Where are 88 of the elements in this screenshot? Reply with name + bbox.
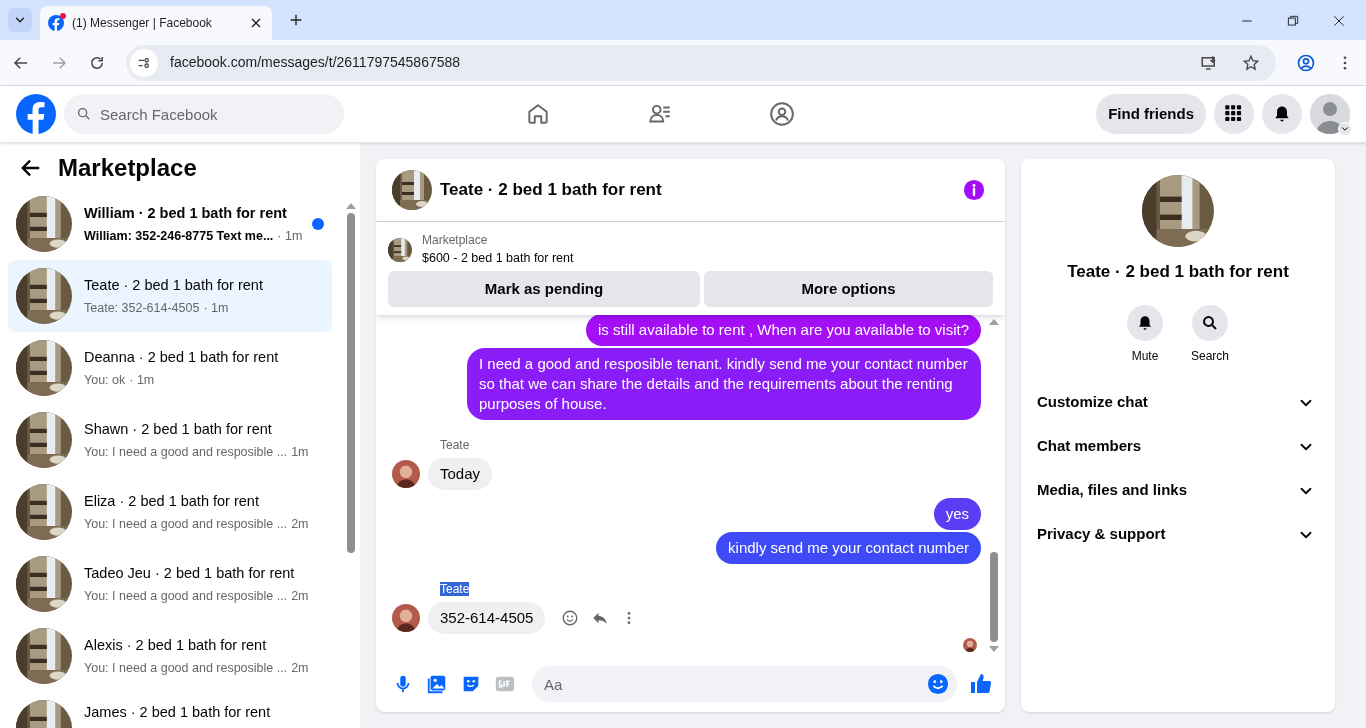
like-icon[interactable]: [969, 672, 993, 696]
conversation-name: Deanna · 2 bed 1 bath for rent: [84, 347, 280, 367]
tab-list-button[interactable]: [8, 8, 32, 32]
grid-icon: [1224, 104, 1244, 124]
conversation-item[interactable]: Eliza · 2 bed 1 bath for rent You: I need a good and resposible ... 2m: [8, 476, 332, 548]
chat-title: Teate · 2 bed 1 bath for rent: [440, 179, 663, 202]
restore-icon[interactable]: [1286, 14, 1300, 28]
avatar: [392, 460, 420, 488]
find-friends-button[interactable]: Find friends: [1096, 94, 1206, 134]
message-time: · 1m: [277, 227, 303, 245]
conversation-name: James · 2 bed 1 bath for rent: [84, 703, 272, 722]
conversation-name: Tadeo Jeu · 2 bed 1 bath for rent: [84, 563, 296, 583]
message-bubble: Today: [428, 458, 493, 490]
search-icon: [1201, 313, 1219, 332]
message-preview: Teate: 352-614-4505: [84, 299, 200, 317]
sidebar-title: Marketplace: [58, 152, 197, 183]
message-preview: William: 352-246-8775 Text me...: [84, 227, 274, 245]
conversation-name: Alexis · 2 bed 1 bath for rent: [84, 635, 268, 655]
message-preview: You: I need a good and resposible ...: [84, 443, 288, 461]
message-preview: You: I need a good and resposible ...: [84, 515, 288, 533]
sender-name: Teate: [440, 582, 470, 596]
action-label: Mute: [1131, 347, 1159, 365]
tab-title: (1) Messenger | Facebook: [72, 15, 213, 32]
action-button[interactable]: More options: [704, 271, 993, 307]
action-label: Search: [1191, 347, 1229, 365]
message-bubble: I need a good and resposible tenant. kindly send me your contact number so that we can share the details and the requirements about the renting purposes of house.: [467, 348, 981, 420]
search-field[interactable]: Search Facebook: [64, 94, 344, 134]
emoji-icon[interactable]: [561, 609, 580, 627]
sender-name: Teate: [440, 438, 470, 452]
listing-label: Marketplace: [422, 232, 489, 248]
notifications-button[interactable]: [1262, 94, 1302, 134]
conversation-item[interactable]: Alexis · 2 bed 1 bath for rent You: I need a good and resposible ... 2m: [8, 620, 332, 692]
photo-icon[interactable]: [426, 673, 448, 695]
icon-button[interactable]: [1192, 304, 1228, 341]
conversation-name: Shawn · 2 bed 1 bath for rent: [84, 419, 273, 439]
message-time: 2m: [291, 659, 309, 677]
message-time: · 1m: [129, 371, 155, 389]
caret-icon: [1340, 124, 1350, 134]
facebook-icon: [48, 15, 64, 31]
conversation-item[interactable]: Teate · 2 bed 1 bath for rent Teate: 352-614-4505 · 1m: [8, 260, 332, 332]
browser-tab[interactable]: (1) Messenger | Facebook: [40, 6, 272, 40]
facebook-logo[interactable]: [16, 94, 56, 134]
contact-title: Teate · 2 bed 1 bath for rent: [1067, 261, 1289, 283]
message-bubble: yes: [933, 498, 981, 530]
listing-title: $600 - 2 bed 1 bath for rent: [422, 250, 574, 267]
icon-button[interactable]: [1127, 304, 1163, 341]
section-row[interactable]: Media, files and links: [1029, 468, 1327, 513]
emoji-icon[interactable]: [927, 673, 949, 695]
scrollbar[interactable]: [988, 319, 1000, 652]
close-icon[interactable]: [1332, 14, 1346, 28]
message-bubble: 352-614-4505: [428, 602, 546, 634]
conversation-item[interactable]: Tadeo Jeu · 2 bed 1 bath for rent You: I need a good and resposible ... 2m: [8, 548, 332, 620]
conversation-item[interactable]: William · 2 bed 1 bath for rent William: 352-246-8775 Text me... · 1m: [8, 188, 332, 260]
section-row[interactable]: Chat members: [1029, 424, 1327, 469]
message-time: 1m: [291, 443, 309, 461]
conversation-item[interactable]: Shawn · 2 bed 1 bath for rent You: I need a good and resposible ... 1m: [8, 404, 332, 476]
account-button[interactable]: [1310, 94, 1350, 134]
message-field[interactable]: Aa: [532, 666, 957, 702]
bell-icon: [1136, 313, 1154, 332]
install-icon[interactable]: [1200, 53, 1218, 72]
message-preview: You: I need a good and resposible ...: [84, 587, 288, 605]
conversation-item[interactable]: Deanna · 2 bed 1 bath for rent You: ok · 1m: [8, 332, 332, 404]
message-bubble: kindly send me your contact number: [716, 532, 981, 564]
section-row[interactable]: Customize chat: [1029, 380, 1327, 425]
groups-icon[interactable]: [769, 101, 796, 127]
action-button[interactable]: Mark as pending: [388, 271, 700, 307]
avatar: [392, 604, 420, 632]
conversation-name: Eliza · 2 bed 1 bath for rent: [84, 491, 260, 511]
profile-icon[interactable]: [1296, 52, 1316, 73]
message-time: · 1m: [203, 299, 229, 317]
message-preview: You: I need a good and resposible ...: [84, 659, 288, 677]
message-time: 2m: [291, 515, 309, 533]
conversation-name: William · 2 bed 1 bath for rent: [84, 203, 288, 223]
message-bubble: is still available to rent , When are you available to visit?: [586, 315, 981, 346]
conversation-name: Teate · 2 bed 1 bath for rent: [84, 275, 264, 295]
star-icon[interactable]: [1242, 53, 1260, 72]
apps-button[interactable]: [1214, 94, 1254, 134]
info-icon[interactable]: [963, 179, 985, 201]
section-row[interactable]: Privacy & support: [1029, 512, 1327, 557]
avatar: [1310, 94, 1350, 134]
new-tab-icon[interactable]: [288, 12, 304, 28]
search-icon: [76, 106, 92, 122]
address-bar[interactable]: facebook.com/messages/t/2611797545867588: [126, 44, 1276, 81]
avatar: [963, 638, 977, 652]
url-text: facebook.com/messages/t/2611797545867588: [170, 53, 462, 72]
message-time: 2m: [291, 587, 309, 605]
message-preview: You: ok: [84, 371, 126, 389]
conversation-item[interactable]: James · 2 bed 1 bath for rent: [8, 692, 332, 728]
